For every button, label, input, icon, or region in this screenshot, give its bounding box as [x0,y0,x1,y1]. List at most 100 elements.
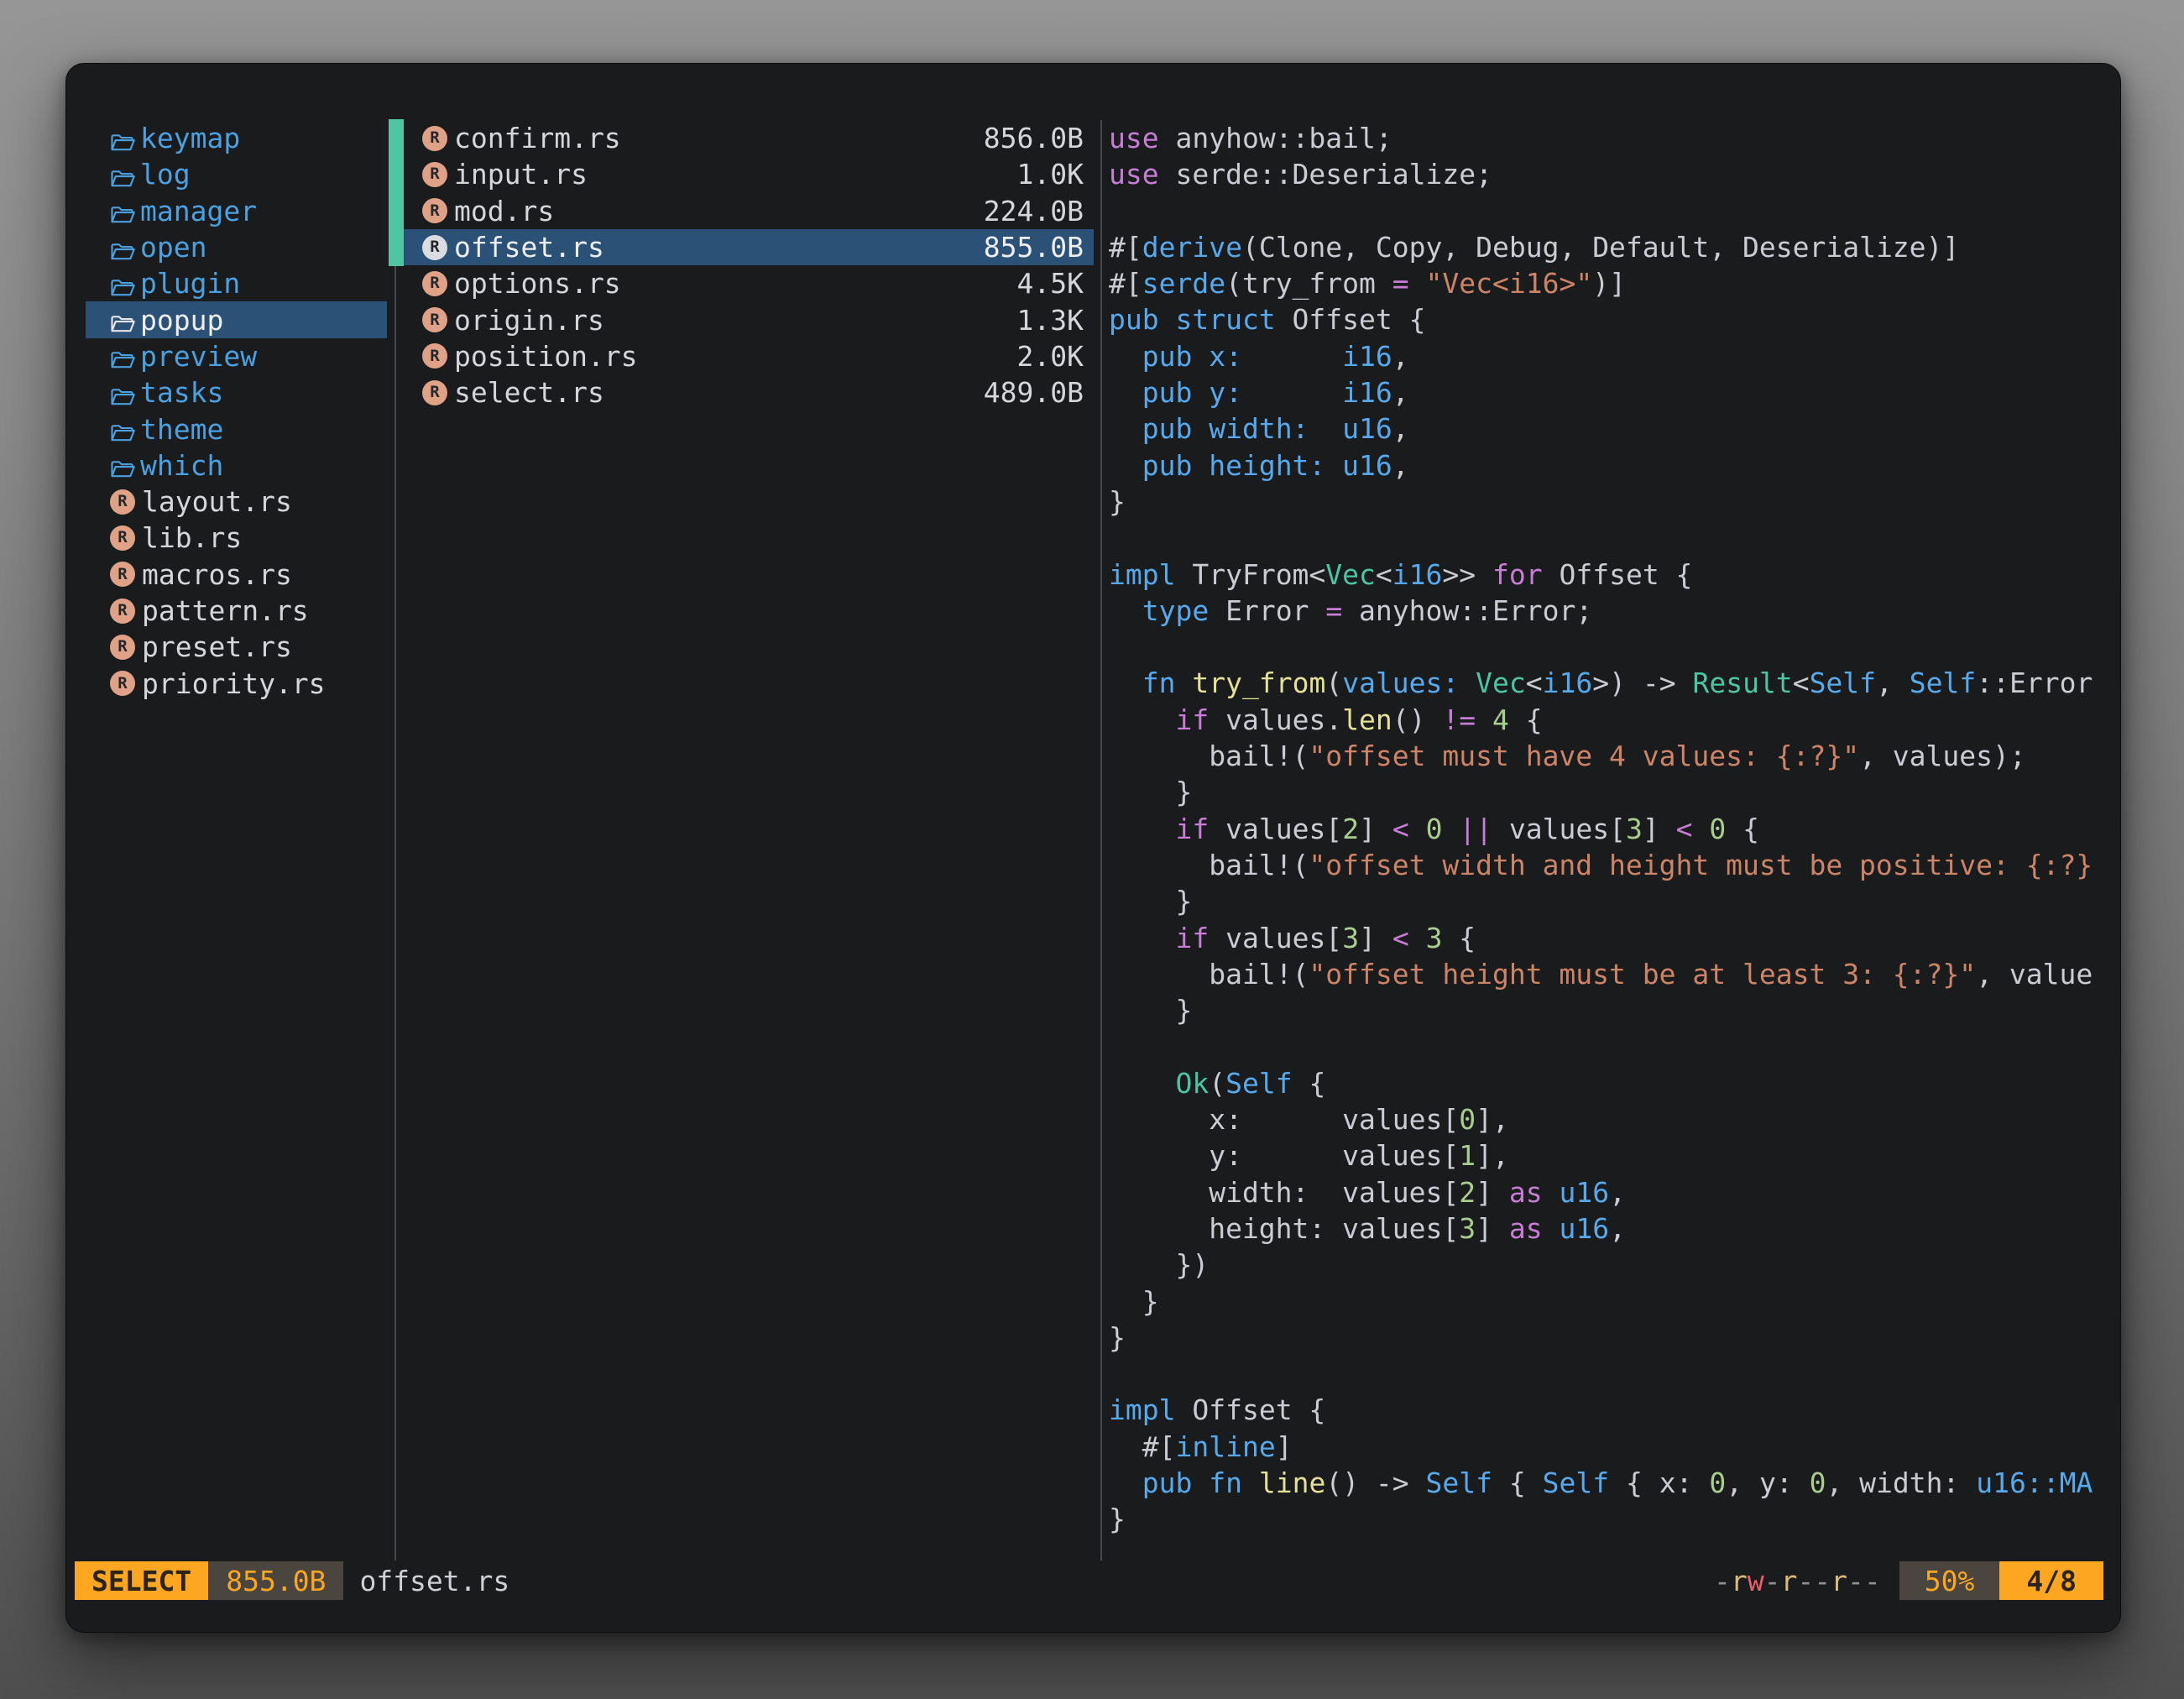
file-name-label: layout.rs [142,485,292,518]
rust-file-icon: R [110,525,135,551]
dir-name-label: preview [140,340,257,373]
code-line: pub y: i16, [1109,374,2108,410]
visual-selection-marker [389,119,404,266]
rust-file-icon: R [422,162,447,187]
code-line: bail!("offset height must be at least 3:… [1109,956,2108,992]
file-size-label: 1.0K [1017,158,1084,191]
code-line: impl Offset { [1109,1392,2108,1428]
desktop-background: keymap log manageropenpluginpopuppreviewta… [0,0,2184,1699]
code-line [1109,1028,2108,1064]
dir-name-label: manager [140,195,257,227]
dir-item-plugin[interactable]: plugin [86,265,387,301]
dir-item-manager[interactable]: manager [86,193,387,229]
file-item-select-rs[interactable]: Rselect.rs489.0B [404,374,1094,410]
code-line [1109,1356,2108,1392]
dir-name-label: log [140,158,191,191]
code-line: pub fn line() -> Self { Self { x: 0, y: … [1109,1465,2108,1501]
pane-separator-left [394,120,396,1560]
file-item-mod-rs[interactable]: Rmod.rs224.0B [404,193,1094,229]
code-line: } [1109,484,2108,520]
open-folder-icon [110,418,135,440]
code-line: width: values[2] as u16, [1109,1174,2108,1210]
file-item-position-rs[interactable]: Rposition.rs2.0K [404,338,1094,374]
pane-separator-right [1100,120,1102,1560]
code-line: bail!("offset must have 4 values: {:?}",… [1109,738,2108,774]
code-line: #[derive(Clone, Copy, Debug, Default, De… [1109,229,2108,265]
file-name-label: macros.rs [142,558,292,591]
file-item-options-rs[interactable]: Roptions.rs4.5K [404,265,1094,301]
file-size-label: 2.0K [1017,340,1084,373]
file-size-label: 224.0B [984,195,1084,227]
code-line: Ok(Self { [1109,1065,2108,1101]
dir-name-label: keymap [140,122,240,154]
dir-item-popup[interactable]: popup [86,301,387,337]
code-line: } [1109,774,2108,810]
file-name-label: offset.rs [454,231,984,264]
file-name-label: input.rs [454,158,1017,191]
dir-item-theme[interactable]: theme [86,410,387,447]
code-line: } [1109,1320,2108,1356]
open-folder-icon [110,309,135,331]
file-size-label: 1.3K [1017,304,1084,337]
yazi-file-manager-window: keymap log manageropenpluginpopuppreviewta… [65,63,2121,1633]
scroll-percent-badge: 50% [1899,1561,2000,1600]
dir-item-tasks[interactable]: tasks [86,374,387,410]
file-size-badge: 855.0B [208,1561,343,1600]
code-line: type Error = anyhow::Error; [1109,593,2108,629]
dir-item-preview[interactable]: preview [86,338,387,374]
file-item-lib-rs[interactable]: Rlib.rs [86,520,387,556]
open-folder-icon [110,128,135,149]
file-item-origin-rs[interactable]: Rorigin.rs1.3K [404,301,1094,337]
dir-name-label: tasks [140,376,223,409]
file-size-label: 855.0B [984,231,1084,264]
cursor-position-badge: 4/8 [1999,1561,2103,1600]
file-name-label: mod.rs [454,195,984,227]
file-name-label: preset.rs [142,630,292,663]
file-name-label: origin.rs [454,304,1017,337]
file-item-confirm-rs[interactable]: Rconfirm.rs856.0B [404,120,1094,156]
file-name-label: lib.rs [142,521,242,554]
rust-file-icon: R [422,307,447,332]
file-name-label: priority.rs [142,667,326,700]
code-line: y: values[1], [1109,1137,2108,1174]
file-item-macros-rs[interactable]: Rmacros.rs [86,557,387,593]
status-bar-left: SELECT 855.0B offset.rs [75,1561,509,1600]
code-line: #[serde(try_from = "Vec<i16>")] [1109,265,2108,301]
file-size-label: 489.0B [984,376,1084,409]
rust-file-icon: R [422,271,447,296]
code-line [1109,193,2108,229]
file-name-label: position.rs [454,340,1017,373]
code-line: if values[2] < 0 || values[3] < 0 { [1109,811,2108,847]
code-line: } [1109,1283,2108,1320]
dir-item-keymap[interactable]: keymap [86,120,387,156]
open-folder-icon [110,200,135,222]
file-item-preset-rs[interactable]: Rpreset.rs [86,629,387,665]
code-line: pub x: i16, [1109,338,2108,374]
open-folder-icon [110,382,135,404]
dir-name-label: which [140,449,223,482]
file-item-pattern-rs[interactable]: Rpattern.rs [86,593,387,629]
dir-item-log[interactable]: log [86,156,387,192]
file-item-layout-rs[interactable]: Rlayout.rs [86,484,387,520]
rust-file-icon: R [422,343,447,369]
file-item-input-rs[interactable]: Rinput.rs1.0K [404,156,1094,192]
rust-file-icon: R [422,380,447,405]
dir-item-open[interactable]: open [86,229,387,265]
dir-name-label: plugin [140,267,240,300]
code-line: if values[3] < 3 { [1109,920,2108,956]
file-size-label: 856.0B [984,122,1084,154]
mode-badge: SELECT [75,1561,208,1600]
parent-directory-pane: keymap log manageropenpluginpopuppreviewta… [86,120,387,702]
rust-file-icon: R [422,198,447,223]
file-item-priority-rs[interactable]: Rpriority.rs [86,665,387,701]
hovered-file-name: offset.rs [359,1565,509,1597]
file-item-offset-rs[interactable]: Roffset.rs855.0B [404,229,1094,265]
rust-file-icon: R [110,635,135,660]
code-line: pub width: u16, [1109,410,2108,447]
open-folder-icon [110,454,135,476]
code-line: #[inline] [1109,1429,2108,1465]
dir-item-which[interactable]: which [86,447,387,484]
open-folder-icon [110,345,135,367]
rust-file-icon: R [110,599,135,624]
code-line: pub height: u16, [1109,447,2108,484]
